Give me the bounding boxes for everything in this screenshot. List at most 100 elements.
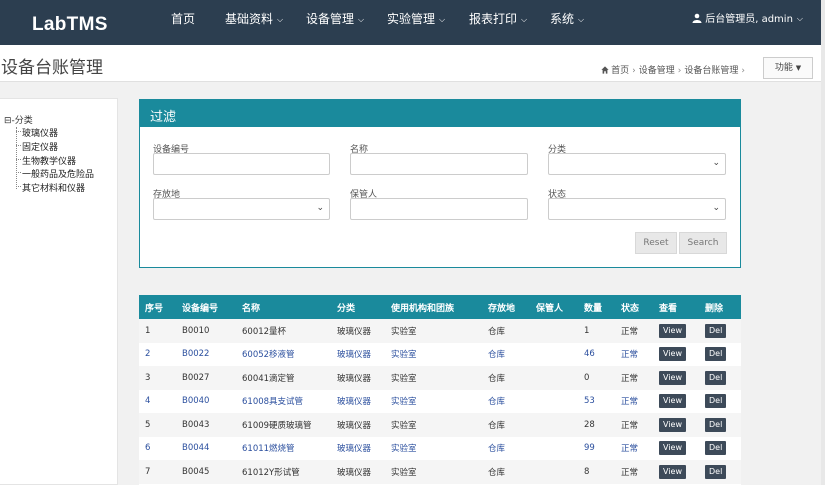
table-row[interactable]: 1 B0010 60012量杯 玻璃仪器 实验室 仓库 1 正常 View Del — [139, 319, 741, 343]
cell-view: View — [653, 319, 699, 343]
keeper-input[interactable] — [350, 198, 528, 220]
cell-org: 实验室 — [385, 389, 482, 413]
tree-item-bio[interactable]: 生物教学仪器 — [15, 154, 76, 167]
view-button[interactable]: View — [659, 394, 686, 409]
cell-category: 玻璃仪器 — [331, 389, 385, 413]
nav-equipment-label: 设备管理 — [306, 12, 355, 26]
cell-code: B0045 — [176, 460, 236, 484]
cell-location: 仓库 — [482, 460, 530, 484]
col-header-category: 分类 — [331, 295, 385, 319]
col-header-index: 序号 — [139, 295, 176, 319]
breadcrumb-equipment[interactable]: 设备管理 — [639, 66, 675, 76]
cell-location: 仓库 — [482, 389, 530, 413]
nav-equipment[interactable]: 设备管理 ⌵ — [306, 10, 364, 27]
nav-home-label: 首页 — [171, 12, 196, 26]
delete-button[interactable]: Del — [705, 370, 727, 385]
cell-keeper — [530, 413, 578, 437]
table-row[interactable]: 7 B0045 61012Y形试管 玻璃仪器 实验室 仓库 8 正常 View Del — [139, 460, 741, 484]
table-header-row: 序号 设备编号 名称 分类 使用机构和团族 存放地 保管人 数量 状态 查看 删… — [139, 295, 741, 319]
cell-qty: 1 — [578, 319, 615, 343]
nav-system[interactable]: 系统 ⌵ — [550, 10, 584, 27]
cell-delete: Del — [699, 342, 741, 366]
cell-category: 玻璃仪器 — [331, 319, 385, 343]
reset-button[interactable]: Reset — [635, 232, 677, 254]
table-row[interactable]: 3 B0027 60041滴定管 玻璃仪器 实验室 仓库 0 正常 View Del — [139, 366, 741, 390]
nav-basic-data-label: 基础资料 — [225, 12, 274, 26]
cell-name: 61011燃烧管 — [236, 436, 331, 460]
delete-button[interactable]: Del — [705, 441, 727, 456]
delete-button[interactable]: Del — [705, 347, 727, 362]
view-button[interactable]: View — [659, 464, 686, 479]
view-button[interactable]: View — [659, 370, 686, 385]
cell-org: 实验室 — [385, 436, 482, 460]
cell-view: View — [653, 342, 699, 366]
view-button[interactable]: View — [659, 323, 686, 338]
page-header: 设备台账管理 首页 › 设备管理 › 设备台账管理 › 功能 ▼ — [0, 45, 825, 82]
cell-qty: 53 — [578, 389, 615, 413]
filter-title: 过滤 — [140, 100, 740, 127]
table-row[interactable]: 6 B0044 61011燃烧管 玻璃仪器 实验室 仓库 99 正常 View Del — [139, 436, 741, 460]
cell-code: B0040 — [176, 389, 236, 413]
chevron-down-icon: ⌵ — [796, 14, 803, 23]
cell-name: 60012量杯 — [236, 319, 331, 343]
breadcrumb: 首页 › 设备管理 › 设备台账管理 › — [601, 63, 748, 76]
col-header-delete: 删除 — [699, 295, 741, 319]
cell-delete: Del — [699, 366, 741, 390]
chevron-down-icon: ⌵ — [439, 15, 446, 24]
search-button[interactable]: Search — [679, 232, 727, 254]
cell-index: 5 — [139, 413, 176, 437]
nav-experiment[interactable]: 实验管理 ⌵ — [387, 10, 445, 27]
page-title: 设备台账管理 — [1, 58, 103, 78]
nav-system-label: 系统 — [550, 12, 575, 26]
cell-category: 玻璃仪器 — [331, 366, 385, 390]
cell-status: 正常 — [615, 436, 653, 460]
user-icon — [692, 13, 702, 23]
table-row[interactable]: 2 B0022 60052移液管 玻璃仪器 实验室 仓库 46 正常 View Del — [139, 342, 741, 366]
col-header-view: 查看 — [653, 295, 699, 319]
cell-code: B0044 — [176, 436, 236, 460]
breadcrumb-separator: › — [741, 66, 745, 76]
cell-delete: Del — [699, 319, 741, 343]
nav-reports[interactable]: 报表打印 ⌵ — [469, 10, 527, 27]
user-menu[interactable]: 后台管理员, admin ⌵ — [692, 10, 803, 25]
nav-basic-data[interactable]: 基础资料 ⌵ — [225, 10, 283, 27]
equipment-table: 序号 设备编号 名称 分类 使用机构和团族 存放地 保管人 数量 状态 查看 删… — [139, 295, 741, 485]
table-row[interactable]: 5 B0043 61009硬质玻璃管 玻璃仪器 实验室 仓库 28 正常 View Del — [139, 413, 741, 437]
col-header-qty: 数量 — [578, 295, 615, 319]
delete-button[interactable]: Del — [705, 417, 727, 432]
nav-home[interactable]: 首页 — [171, 10, 195, 27]
location-select[interactable]: ⌄ — [153, 198, 330, 220]
cell-index: 1 — [139, 319, 176, 343]
table-row[interactable]: 4 B0040 61008具支试管 玻璃仪器 实验室 仓库 53 正常 View Del — [139, 389, 741, 413]
view-button[interactable]: View — [659, 417, 686, 432]
cell-code: B0022 — [176, 342, 236, 366]
tree-item-fixed[interactable]: 固定仪器 — [15, 140, 58, 153]
tree-item-other[interactable]: 其它材料和仪器 — [15, 181, 85, 194]
tree-item-chemicals[interactable]: 一般药品及危险品 — [15, 167, 94, 180]
code-input[interactable] — [153, 153, 330, 175]
chevron-down-icon: ⌵ — [521, 15, 528, 24]
cell-keeper — [530, 319, 578, 343]
tree-root-category[interactable]: ⊟-分类 — [4, 113, 33, 126]
status-select[interactable]: ⌄ — [548, 198, 726, 220]
cell-status: 正常 — [615, 319, 653, 343]
view-button[interactable]: View — [659, 441, 686, 456]
brand-logo[interactable]: LabTMS — [32, 14, 108, 36]
breadcrumb-home[interactable]: 首页 — [611, 66, 629, 76]
breadcrumb-separator: › — [677, 66, 682, 76]
cell-name: 61008具支试管 — [236, 389, 331, 413]
cell-category: 玻璃仪器 — [331, 436, 385, 460]
user-name: 后台管理员, admin — [705, 14, 793, 25]
category-select[interactable]: ⌄ — [548, 153, 726, 175]
name-input[interactable] — [350, 153, 528, 175]
function-dropdown-button[interactable]: 功能 ▼ — [763, 57, 813, 79]
delete-button[interactable]: Del — [705, 464, 727, 479]
tree-item-glass[interactable]: 玻璃仪器 — [15, 126, 58, 139]
cell-keeper — [530, 366, 578, 390]
view-button[interactable]: View — [659, 347, 686, 362]
delete-button[interactable]: Del — [705, 323, 727, 338]
cell-org: 实验室 — [385, 460, 482, 484]
delete-button[interactable]: Del — [705, 394, 727, 409]
page-scrollbar[interactable] — [821, 0, 825, 485]
chevron-down-icon: ⌄ — [712, 203, 720, 213]
